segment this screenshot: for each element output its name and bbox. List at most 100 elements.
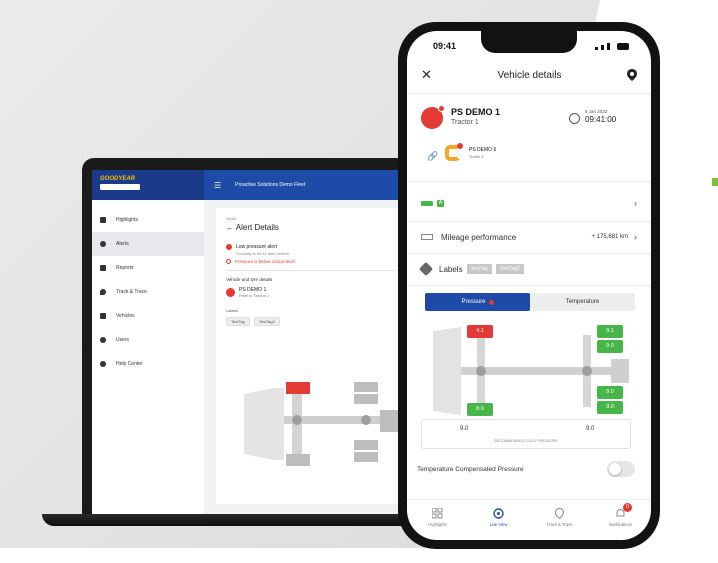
sidebar-item-vehicles[interactable]: Vehicles <box>92 304 204 328</box>
grid-icon <box>432 508 443 519</box>
vehicle-card: PS DEMO 1 Tractor 1 5 Jan 2022 09:41:00 … <box>421 105 637 177</box>
sidebar-item-help-center[interactable]: Help Center <box>92 352 204 376</box>
tag-icon <box>418 261 434 277</box>
alert-badge <box>438 105 445 112</box>
alert-title: Low pressure alert <box>236 244 278 250</box>
alert-subtitle: Tuesday at 09:41 alert vehicle <box>236 251 290 256</box>
signal-icon <box>595 42 629 50</box>
tyre-rear-left[interactable]: 8.9 <box>467 403 493 416</box>
tyre-diagram <box>244 382 398 466</box>
sidebar-item-label: Reports <box>116 265 134 271</box>
recommended-rear-value: 9.0 <box>586 426 595 432</box>
status-row[interactable]: A › <box>421 191 637 215</box>
reports-icon <box>100 265 106 271</box>
mileage-row[interactable]: Mileage performance + 175,681 km › <box>421 225 637 249</box>
nav-live-view[interactable]: Live View <box>468 500 529 540</box>
status-letter-badge: A <box>437 199 444 207</box>
divider <box>407 253 651 254</box>
vehicle-sub: Tractor 1 <box>451 119 479 126</box>
front-hub <box>476 366 486 376</box>
toggle-knob <box>609 463 621 475</box>
recommended-front-value: 9.0 <box>460 426 469 432</box>
trailer-name: PS DEMO 6 <box>469 147 497 153</box>
nav-track-trace[interactable]: Track & Trace <box>529 500 590 540</box>
status-bar: 09:41 <box>407 31 651 55</box>
sidebar-item-track-trace[interactable]: Track & Trace <box>92 280 204 304</box>
divider <box>407 181 651 182</box>
temp-compensated-toggle[interactable] <box>607 461 635 477</box>
last-update-time: 09:41:00 <box>585 115 617 124</box>
back-arrow-icon[interactable]: ← <box>226 223 236 232</box>
hamburger-menu-icon[interactable]: ☰ <box>214 181 221 190</box>
chevron-right-icon: › <box>634 198 637 208</box>
decorative-green-mark <box>712 178 718 186</box>
laptop-sidebar: GOODYEAR Highlights Alerts Reports Track… <box>92 170 204 518</box>
live-view-icon <box>493 508 504 519</box>
chevron-right-icon: › <box>634 232 637 242</box>
sidebar-item-alerts[interactable]: Alerts <box>92 232 204 256</box>
tab-temperature[interactable]: Temperature <box>530 293 635 311</box>
vehicle-sub: Fleet to Tractor 1 <box>239 293 270 298</box>
tag[interactable]: TestTag2 <box>253 317 280 326</box>
status-time: 09:41 <box>433 41 457 51</box>
nav-label: Track & Trace <box>546 522 573 527</box>
tag[interactable]: TestTag2 <box>495 264 524 274</box>
tyre-front-left[interactable]: 4.1 <box>467 325 493 338</box>
location-pin-icon <box>554 508 565 519</box>
vehicle-name: PS DEMO 1 <box>451 107 501 117</box>
alerts-icon <box>100 241 106 247</box>
spare-tyre <box>380 410 398 432</box>
last-update-date: 5 Jan 2022 <box>585 109 608 114</box>
tyre <box>354 440 378 450</box>
front-hub <box>292 415 302 425</box>
rear-hub <box>582 366 592 376</box>
help-icon <box>100 361 106 367</box>
mileage-label: Mileage performance <box>441 232 517 242</box>
sidebar-item-reports[interactable]: Reports <box>92 256 204 280</box>
tab-label: Temperature <box>565 299 600 305</box>
rear-hub <box>361 415 371 425</box>
brand-name: GOODYEAR <box>100 176 136 182</box>
nav-label: Highlights <box>428 522 447 527</box>
divider <box>407 285 651 286</box>
tyre-rear-right-top[interactable]: 9.0 <box>597 386 623 399</box>
sidebar-item-users[interactable]: Users <box>92 328 204 352</box>
tag[interactable]: TestTag <box>226 317 250 326</box>
sidebar-item-label: Track & Trace <box>116 289 147 295</box>
tag[interactable]: TestTag <box>466 264 492 274</box>
truck-icon <box>421 105 445 129</box>
odometer-icon <box>421 234 433 240</box>
battery-icon <box>617 42 629 50</box>
brand-logo[interactable]: GOODYEAR <box>92 170 204 200</box>
users-icon <box>100 337 106 343</box>
tyre-front-right-bottom[interactable]: 9.0 <box>597 340 623 353</box>
sidebar-item-label: Alerts <box>116 241 129 247</box>
trailer-icon <box>445 143 463 161</box>
sidebar-item-label: Highlights <box>116 217 138 223</box>
link-icon: 🔗 <box>427 151 439 161</box>
close-icon[interactable]: ✕ <box>421 67 432 83</box>
tyre-rear-right-bottom[interactable]: 9.0 <box>597 401 623 414</box>
truck-badge-icon <box>226 288 235 297</box>
phone-header: ✕ Vehicle details <box>407 57 651 93</box>
highlights-icon <box>100 217 106 223</box>
sidebar-item-highlights[interactable]: Highlights <box>92 208 204 232</box>
tab-label: Pressure <box>461 299 486 305</box>
tyre-front-right-top[interactable]: 9.1 <box>597 325 623 338</box>
notification-badge: 0 <box>623 503 632 512</box>
spare-tyre <box>611 359 629 383</box>
alert-dot-icon <box>488 299 494 305</box>
fleet-selector[interactable] <box>100 184 140 190</box>
truck-icon <box>100 313 106 319</box>
tyre <box>354 452 378 462</box>
tab-pressure[interactable]: Pressure <box>425 293 530 311</box>
labels-label: Labels <box>439 264 463 274</box>
divider <box>407 221 651 222</box>
nav-label: Live View <box>489 522 508 527</box>
nav-highlights[interactable]: Highlights <box>407 500 468 540</box>
page-title: Vehicle details <box>497 69 562 81</box>
tyre-front-right <box>286 454 310 466</box>
alert-warning-text: Pressure is below critical level <box>235 259 296 264</box>
location-pin-icon[interactable] <box>627 69 637 81</box>
nav-notifications[interactable]: 0 Notifications <box>590 500 651 540</box>
